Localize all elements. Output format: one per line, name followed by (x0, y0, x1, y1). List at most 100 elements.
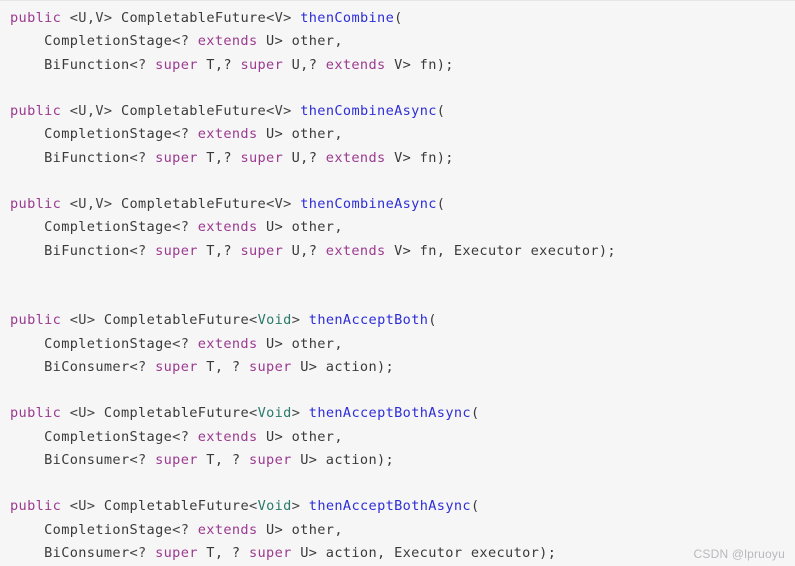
code-token: super (155, 358, 198, 375)
code-token: > (291, 498, 301, 515)
code-token: <? (129, 149, 156, 166)
code-token: <? (129, 56, 156, 73)
code-token: super (240, 56, 284, 73)
code-token: U> other, (257, 219, 343, 236)
code-line: public <U,V> CompletableFuture<V> thenCo… (0, 100, 795, 123)
code-token: BiFunction (44, 56, 130, 73)
code-token: extends (197, 521, 258, 538)
code-token: U> other, (257, 428, 343, 445)
code-token: U> other, (257, 335, 343, 352)
code-line: BiConsumer<? super T, ? super U> action,… (0, 542, 795, 565)
code-token: thenCombine (300, 10, 395, 26)
code-token: public (10, 10, 62, 26)
code-token: <? (172, 428, 198, 445)
watermark: CSDN @lpruoyu (693, 547, 785, 561)
code-token: <U> (69, 405, 96, 422)
code-token: super (155, 242, 198, 259)
code-token: <? (129, 358, 156, 375)
code-line: CompletionStage<? extends U> other, (0, 333, 795, 356)
code-token: thenAcceptBothAsync (308, 405, 471, 422)
code-token: T,? (197, 242, 241, 259)
code-token: <U> (69, 312, 96, 329)
code-token: public (10, 312, 62, 329)
code-token: BiFunction (44, 242, 130, 259)
code-token: Void (257, 312, 292, 329)
code-token: <U,V> (69, 196, 113, 212)
code-token: <? (129, 451, 156, 468)
code-line: public <U> CompletableFuture<Void> thenA… (0, 402, 795, 425)
code-token: U> other, (257, 33, 343, 50)
code-token: thenAcceptBoth (308, 312, 429, 329)
code-token: <U,V> (69, 10, 113, 26)
code-token: public (10, 498, 62, 515)
code-token: CompletableFuture (120, 103, 267, 119)
code-token: extends (325, 149, 386, 166)
code-token: Void (257, 405, 292, 422)
code-token: V> fn, (385, 242, 454, 259)
code-token: super (155, 544, 198, 561)
code-token: <? (172, 521, 198, 538)
code-token: thenCombineAsync (300, 103, 437, 119)
code-token: BiConsumer (44, 544, 130, 561)
code-block: public <U,V> CompletableFuture<V> thenCo… (0, 0, 795, 566)
code-token: CompletionStage (44, 521, 173, 538)
code-token: <? (129, 242, 156, 259)
code-token: super (155, 149, 198, 166)
code-token: extends (197, 126, 258, 143)
code-token: Executor (453, 242, 523, 259)
code-token: CompletableFuture (120, 10, 267, 26)
code-token: super (155, 56, 198, 73)
code-token: T, ? (197, 358, 249, 375)
code-token: T, ? (197, 451, 249, 468)
code-token: ( (436, 103, 446, 119)
code-token: <V> (266, 10, 292, 26)
code-token: extends (197, 428, 258, 445)
code-line: CompletionStage<? extends U> other, (0, 519, 795, 542)
code-token: BiConsumer (44, 358, 130, 375)
code-token: super (240, 149, 284, 166)
code-token: U> other, (257, 521, 343, 538)
code-token: extends (197, 219, 258, 236)
code-token: CompletableFuture (103, 405, 250, 422)
code-line: CompletionStage<? extends U> other, (0, 216, 795, 239)
code-token: <? (172, 33, 198, 50)
code-token: thenAcceptBothAsync (308, 498, 471, 515)
code-token: CompletionStage (44, 335, 173, 352)
code-line: BiFunction<? super T,? super U,? extends… (0, 54, 795, 77)
code-line: CompletionStage<? extends U> other, (0, 426, 795, 449)
code-token: super (155, 451, 198, 468)
code-token: ( (470, 405, 480, 422)
code-token: CompletionStage (44, 428, 173, 445)
code-token: T, ? (197, 544, 249, 561)
code-token: <? (129, 544, 156, 561)
code-token: BiFunction (44, 149, 130, 166)
code-token: ( (470, 498, 480, 515)
code-line: BiConsumer<? super T, ? super U> action)… (0, 449, 795, 472)
code-token: V> fn); (385, 149, 454, 166)
